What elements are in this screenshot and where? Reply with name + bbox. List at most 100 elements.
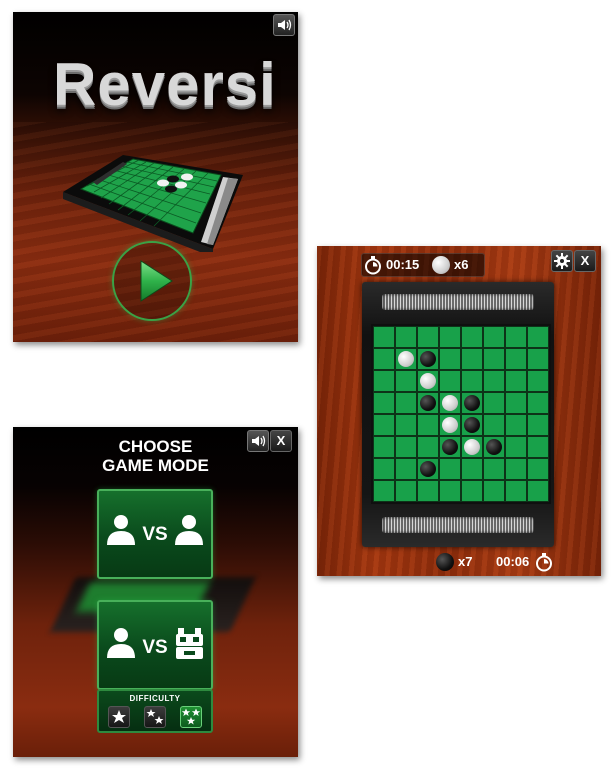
board-cell[interactable]	[483, 414, 505, 436]
board-cell[interactable]	[439, 436, 461, 458]
board-cell[interactable]	[461, 414, 483, 436]
white-disc	[464, 439, 480, 455]
board-cell[interactable]	[461, 370, 483, 392]
board-cell[interactable]	[395, 326, 417, 348]
human-vs-human-button[interactable]: VS	[97, 489, 213, 579]
board-cell[interactable]	[527, 458, 549, 480]
board-cell[interactable]	[439, 480, 461, 502]
human-vs-computer-button[interactable]: VS	[97, 600, 213, 690]
board-cell[interactable]	[505, 326, 527, 348]
board-cell[interactable]	[527, 348, 549, 370]
board-cell[interactable]	[373, 414, 395, 436]
board-cell[interactable]	[483, 326, 505, 348]
board-cell[interactable]	[439, 458, 461, 480]
board-cell[interactable]	[417, 370, 439, 392]
player-timer: 00:06	[496, 554, 530, 569]
play-button[interactable]	[112, 241, 192, 321]
board-cell[interactable]	[417, 392, 439, 414]
difficulty-label: DIFFICULTY	[129, 694, 181, 703]
board-cell[interactable]	[395, 458, 417, 480]
board-cell[interactable]	[439, 414, 461, 436]
board-cell[interactable]	[505, 458, 527, 480]
board-cell[interactable]	[527, 370, 549, 392]
sound-toggle-button[interactable]	[247, 430, 269, 452]
black-disc-count: x7	[458, 554, 473, 569]
mode-title-line-1: CHOOSE	[118, 437, 193, 456]
board-cell[interactable]	[483, 480, 505, 502]
board-cell[interactable]	[461, 348, 483, 370]
white-disc-icon	[432, 256, 450, 274]
board-cell[interactable]	[483, 436, 505, 458]
board-cell[interactable]	[461, 326, 483, 348]
close-button[interactable]: X	[574, 250, 596, 272]
board-cell[interactable]	[527, 436, 549, 458]
white-disc-tray	[382, 294, 534, 310]
white-disc	[398, 351, 414, 367]
board-cell[interactable]	[439, 370, 461, 392]
game-board-grid[interactable]	[371, 324, 551, 504]
board-cell[interactable]	[373, 480, 395, 502]
board-cell[interactable]	[417, 480, 439, 502]
board-cell[interactable]	[527, 480, 549, 502]
board-cell[interactable]	[417, 436, 439, 458]
close-button[interactable]: X	[270, 430, 292, 452]
person-icon	[175, 515, 203, 545]
board-cell[interactable]	[373, 326, 395, 348]
board-cell[interactable]	[505, 414, 527, 436]
board-cell[interactable]	[373, 370, 395, 392]
board-cell[interactable]	[483, 458, 505, 480]
black-disc	[420, 351, 436, 367]
player-status-panel: x7 00:06	[429, 550, 561, 574]
speaker-icon	[278, 19, 292, 31]
board-cell[interactable]	[505, 392, 527, 414]
board-cell[interactable]	[439, 392, 461, 414]
board-cell[interactable]	[483, 348, 505, 370]
sound-toggle-button[interactable]	[273, 14, 295, 36]
board-cell[interactable]	[483, 392, 505, 414]
play-icon	[140, 260, 173, 302]
board-cell[interactable]	[395, 480, 417, 502]
difficulty-medium-button[interactable]	[144, 706, 166, 728]
board-cell[interactable]	[527, 326, 549, 348]
board-cell[interactable]	[527, 392, 549, 414]
board-cell[interactable]	[373, 392, 395, 414]
board-cell[interactable]	[483, 370, 505, 392]
board-cell[interactable]	[505, 480, 527, 502]
board-cell[interactable]	[395, 370, 417, 392]
board-cell[interactable]	[395, 392, 417, 414]
settings-button[interactable]	[551, 250, 573, 272]
board-cell[interactable]	[417, 458, 439, 480]
board-cell[interactable]	[461, 480, 483, 502]
white-disc	[442, 417, 458, 433]
white-disc	[442, 395, 458, 411]
board-cell[interactable]	[505, 348, 527, 370]
board-cell[interactable]	[461, 436, 483, 458]
board-cell[interactable]	[505, 370, 527, 392]
board-cell[interactable]	[505, 436, 527, 458]
board-cell[interactable]	[395, 414, 417, 436]
person-icon	[107, 515, 135, 545]
board-cell[interactable]	[395, 436, 417, 458]
board-cell[interactable]	[373, 348, 395, 370]
board-cell[interactable]	[439, 326, 461, 348]
board-cell[interactable]	[417, 326, 439, 348]
black-disc-icon	[436, 553, 454, 571]
board-cell[interactable]	[373, 436, 395, 458]
person-icon	[107, 628, 135, 658]
board-cell[interactable]	[461, 392, 483, 414]
difficulty-hard-button[interactable]	[180, 706, 202, 728]
board-cell[interactable]	[439, 348, 461, 370]
black-disc	[420, 395, 436, 411]
board-cell[interactable]	[417, 348, 439, 370]
board-cell[interactable]	[373, 458, 395, 480]
difficulty-easy-button[interactable]	[108, 706, 130, 728]
board-cell[interactable]	[461, 458, 483, 480]
black-disc	[464, 417, 480, 433]
board-cell[interactable]	[395, 348, 417, 370]
black-disc-tray	[382, 517, 534, 533]
board-cell[interactable]	[527, 414, 549, 436]
black-disc	[420, 461, 436, 477]
board-cell[interactable]	[417, 414, 439, 436]
opponent-timer: 00:15	[386, 257, 420, 272]
difficulty-selector: DIFFICULTY	[97, 689, 213, 733]
